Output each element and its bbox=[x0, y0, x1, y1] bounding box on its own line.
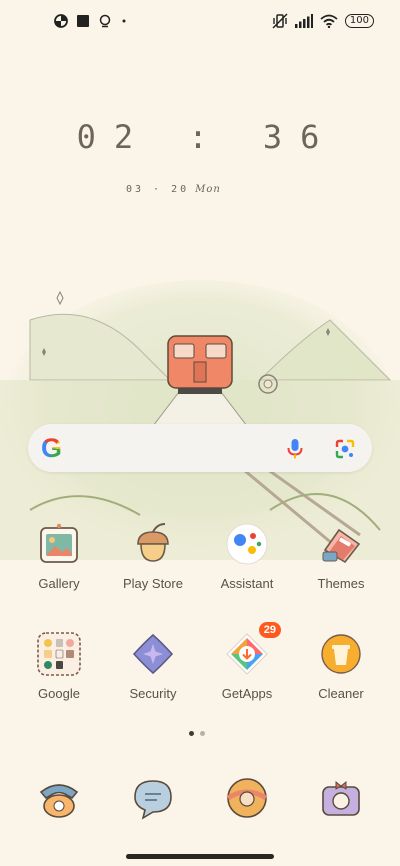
dock-phone[interactable] bbox=[37, 776, 81, 820]
cleaner-icon bbox=[321, 634, 361, 674]
wallpaper-train-scene bbox=[0, 280, 400, 560]
pie-icon bbox=[54, 14, 68, 28]
battery-indicator: 100 bbox=[344, 14, 374, 28]
app-security[interactable]: Security bbox=[108, 632, 198, 701]
bulb-icon bbox=[99, 14, 111, 28]
clock-date[interactable]: 03 · 20 Mon bbox=[126, 184, 221, 195]
app-label: Cleaner bbox=[318, 686, 364, 701]
app-google-folder[interactable]: Google bbox=[14, 632, 104, 701]
gallery-icon bbox=[40, 523, 78, 563]
page-dot bbox=[200, 731, 205, 736]
train bbox=[167, 335, 233, 394]
clock-time[interactable]: 02 : 36 bbox=[0, 118, 400, 156]
app-label: Gallery bbox=[38, 576, 80, 591]
signal-icon bbox=[294, 14, 313, 28]
page-indicator bbox=[189, 731, 205, 736]
weekday-text: Mon bbox=[195, 184, 221, 195]
system-icons: 100 bbox=[272, 13, 374, 29]
acorn-icon bbox=[137, 523, 169, 562]
themes-icon bbox=[322, 528, 361, 564]
date-text: 03 · 20 bbox=[126, 184, 190, 195]
mic-icon[interactable] bbox=[286, 438, 304, 460]
folder-icon bbox=[37, 632, 81, 676]
camera-icon bbox=[322, 780, 360, 816]
square-app-icon bbox=[77, 15, 89, 27]
app-assistant[interactable]: Assistant bbox=[202, 522, 292, 591]
browser-icon bbox=[226, 778, 268, 818]
app-label: Security bbox=[129, 686, 177, 701]
home-gesture-bar[interactable] bbox=[126, 854, 274, 859]
phone-icon bbox=[39, 784, 79, 818]
vibrate-mute-icon bbox=[272, 13, 288, 29]
lens-icon[interactable] bbox=[334, 438, 356, 460]
app-gallery[interactable]: Gallery bbox=[14, 522, 104, 591]
app-cleaner[interactable]: Cleaner bbox=[296, 632, 386, 701]
dock-messages[interactable] bbox=[131, 776, 175, 820]
assistant-icon bbox=[226, 523, 268, 565]
app-label: GetApps bbox=[221, 686, 273, 701]
notification-badge: 29 bbox=[258, 622, 281, 638]
dock-camera[interactable] bbox=[319, 776, 363, 820]
app-play-store[interactable]: Play Store bbox=[108, 522, 198, 591]
app-label: Assistant bbox=[220, 576, 274, 591]
google-logo-letter: G bbox=[41, 433, 63, 463]
app-getapps[interactable]: 29 GetApps bbox=[202, 622, 292, 701]
getapps-icon bbox=[226, 633, 268, 675]
notification-icons bbox=[54, 14, 128, 28]
app-label: Play Store bbox=[123, 576, 183, 591]
status-bar: 100 bbox=[0, 0, 400, 44]
security-icon bbox=[132, 633, 174, 675]
app-label: Themes bbox=[317, 576, 365, 591]
google-logo-icon: G bbox=[41, 433, 62, 463]
google-search-bar[interactable]: G bbox=[28, 424, 372, 472]
wifi-icon bbox=[320, 14, 338, 28]
dot-icon bbox=[122, 19, 126, 23]
messages-icon bbox=[134, 780, 172, 820]
page-dot-active bbox=[189, 731, 194, 736]
dock-browser[interactable] bbox=[225, 776, 269, 820]
app-label: Google bbox=[38, 686, 80, 701]
app-themes[interactable]: Themes bbox=[296, 522, 386, 591]
